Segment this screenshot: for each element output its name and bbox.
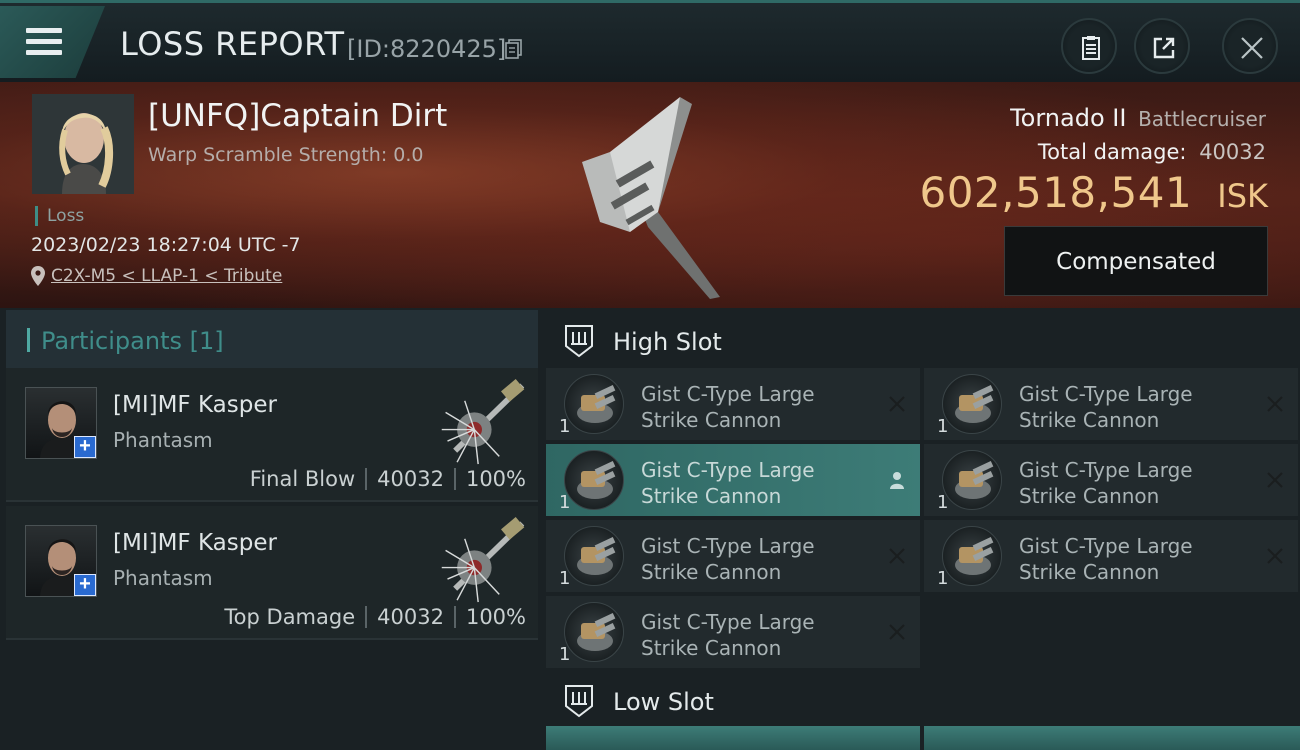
location-link[interactable]: C2X-M5 < LLAP-1 < Tribute <box>51 266 282 286</box>
module-name: Gist C-Type Large Strike Cannon <box>641 458 815 508</box>
copy-icon[interactable] <box>505 39 523 59</box>
module-icon <box>564 602 624 662</box>
module-icon <box>942 374 1002 434</box>
participant-row[interactable]: + [MI]MF Kasper Phantasm Top Damage 40032… <box>6 506 538 640</box>
participant-percent: 100% <box>465 467 526 491</box>
module-quantity: 1 <box>937 568 949 589</box>
ship-class-text: Battlecruiser <box>1138 107 1266 131</box>
destroyed-x-icon <box>889 396 905 412</box>
module-quantity: 1 <box>559 644 571 665</box>
victim-pilot-name[interactable]: [UNFQ]Captain Dirt <box>148 98 447 134</box>
participant-avatar: + <box>25 387 97 459</box>
high-slot-header: High Slot <box>546 312 1300 368</box>
module-quantity: 1 <box>937 492 949 513</box>
low-slot-icon <box>565 685 593 718</box>
location-pin-icon <box>31 266 45 286</box>
low-slot-item[interactable] <box>924 726 1300 750</box>
low-slot-item[interactable] <box>546 726 920 750</box>
participant-ship-image[interactable] <box>434 512 530 604</box>
loss-location[interactable]: C2X-M5 < LLAP-1 < Tribute <box>31 266 282 286</box>
module-quantity: 1 <box>937 416 949 437</box>
share-button[interactable] <box>1134 18 1190 74</box>
participant-ship: Phantasm <box>113 428 213 452</box>
plus-badge-icon: + <box>74 574 96 596</box>
report-id: [ID:8220425] <box>347 35 507 63</box>
compensated-button[interactable]: Compensated <box>1004 226 1268 296</box>
participant-row[interactable]: + [MI]MF Kasper Phantasm Final Blow 40032… <box>6 368 538 502</box>
loss-tag: Loss <box>35 206 84 226</box>
module-quantity: 1 <box>559 492 571 513</box>
warp-scramble-strength: Warp Scramble Strength: 0.0 <box>148 144 424 166</box>
victim-ship-name[interactable]: Tornado II Battlecruiser <box>1010 104 1266 132</box>
destroyed-x-icon <box>889 624 905 640</box>
participant-name[interactable]: [MI]MF Kasper <box>113 392 277 418</box>
module-name: Gist C-Type Large Strike Cannon <box>1019 534 1193 584</box>
total-damage-value: 40032 <box>1199 140 1266 164</box>
page-title: LOSS REPORT <box>120 25 345 63</box>
module-quantity: 1 <box>559 568 571 589</box>
module-item[interactable]: 1 Gist C-Type Large Strike Cannon <box>924 368 1298 440</box>
module-icon <box>564 526 624 586</box>
menu-icon <box>26 28 62 56</box>
high-slot-label: High Slot <box>613 328 722 356</box>
total-damage: Total damage: 40032 <box>1038 140 1266 164</box>
isk-amount: 602,518,541 <box>919 168 1193 217</box>
module-item[interactable]: 1 Gist C-Type Large Strike Cannon <box>546 444 920 516</box>
participant-stats: Final Blow 40032 100% <box>250 467 526 491</box>
participant-name[interactable]: [MI]MF Kasper <box>113 530 277 556</box>
participant-damage: 40032 <box>377 605 444 629</box>
module-name: Gist C-Type Large Strike Cannon <box>1019 458 1193 508</box>
module-item[interactable]: 1 Gist C-Type Large Strike Cannon <box>924 520 1298 592</box>
destroyed-x-icon <box>1267 396 1283 412</box>
ship-name-text: Tornado II <box>1010 104 1127 132</box>
victim-ship-image[interactable] <box>570 92 730 302</box>
low-slot-header: Low Slot <box>546 672 1300 728</box>
participant-role: Final Blow <box>249 467 356 491</box>
clipboard-icon <box>1082 36 1100 60</box>
participant-avatar: + <box>25 525 97 597</box>
participant-role: Top Damage <box>224 605 356 629</box>
participant-stats: Top Damage 40032 100% <box>224 605 526 629</box>
participants-title: Participants [1] <box>41 327 224 355</box>
participant-ship-image[interactable] <box>434 374 530 466</box>
share-icon <box>1153 37 1175 59</box>
close-button[interactable] <box>1222 18 1278 74</box>
high-slot-icon <box>565 325 593 358</box>
destroyed-x-icon <box>889 548 905 564</box>
total-damage-label: Total damage: <box>1037 140 1187 164</box>
person-icon <box>890 472 904 489</box>
low-slot-label: Low Slot <box>613 688 714 716</box>
close-icon <box>1241 37 1263 59</box>
module-quantity: 1 <box>559 416 571 437</box>
destroyed-x-icon <box>1267 472 1283 488</box>
module-icon <box>942 526 1002 586</box>
module-item[interactable]: 1 Gist C-Type Large Strike Cannon <box>546 520 920 592</box>
participant-ship: Phantasm <box>113 566 213 590</box>
module-name: Gist C-Type Large Strike Cannon <box>641 534 815 584</box>
isk-unit: ISK <box>1217 177 1268 215</box>
module-icon <box>942 450 1002 510</box>
module-item[interactable]: 1 Gist C-Type Large Strike Cannon <box>924 444 1298 516</box>
participants-header: Participants [1] <box>6 310 538 368</box>
module-icon <box>564 374 624 434</box>
loss-datetime: 2023/02/23 18:27:04 UTC -7 <box>31 234 301 256</box>
participant-percent: 100% <box>465 605 526 629</box>
module-item[interactable]: 1 Gist C-Type Large Strike Cannon <box>546 368 920 440</box>
module-name: Gist C-Type Large Strike Cannon <box>641 382 815 432</box>
accent-bar <box>27 328 30 352</box>
participants-panel: Participants [1] + [MI]MF Kasper Phantas… <box>0 308 540 750</box>
module-item[interactable]: 1 Gist C-Type Large Strike Cannon <box>546 596 920 668</box>
participant-damage: 40032 <box>377 467 444 491</box>
plus-badge-icon: + <box>74 436 96 458</box>
clipboard-button[interactable] <box>1061 18 1117 74</box>
module-name: Gist C-Type Large Strike Cannon <box>641 610 815 660</box>
victim-portrait[interactable] <box>32 94 134 194</box>
module-icon <box>564 450 624 510</box>
destroyed-x-icon <box>1267 548 1283 564</box>
fitting-panel: High Slot 1 Gist C-Type Large Strike Cann… <box>540 308 1300 750</box>
isk-value: 602,518,541 ISK <box>919 168 1268 217</box>
menu-button[interactable] <box>0 6 105 78</box>
module-name: Gist C-Type Large Strike Cannon <box>1019 382 1193 432</box>
top-bar: LOSS REPORT [ID:8220425] <box>0 0 1300 82</box>
